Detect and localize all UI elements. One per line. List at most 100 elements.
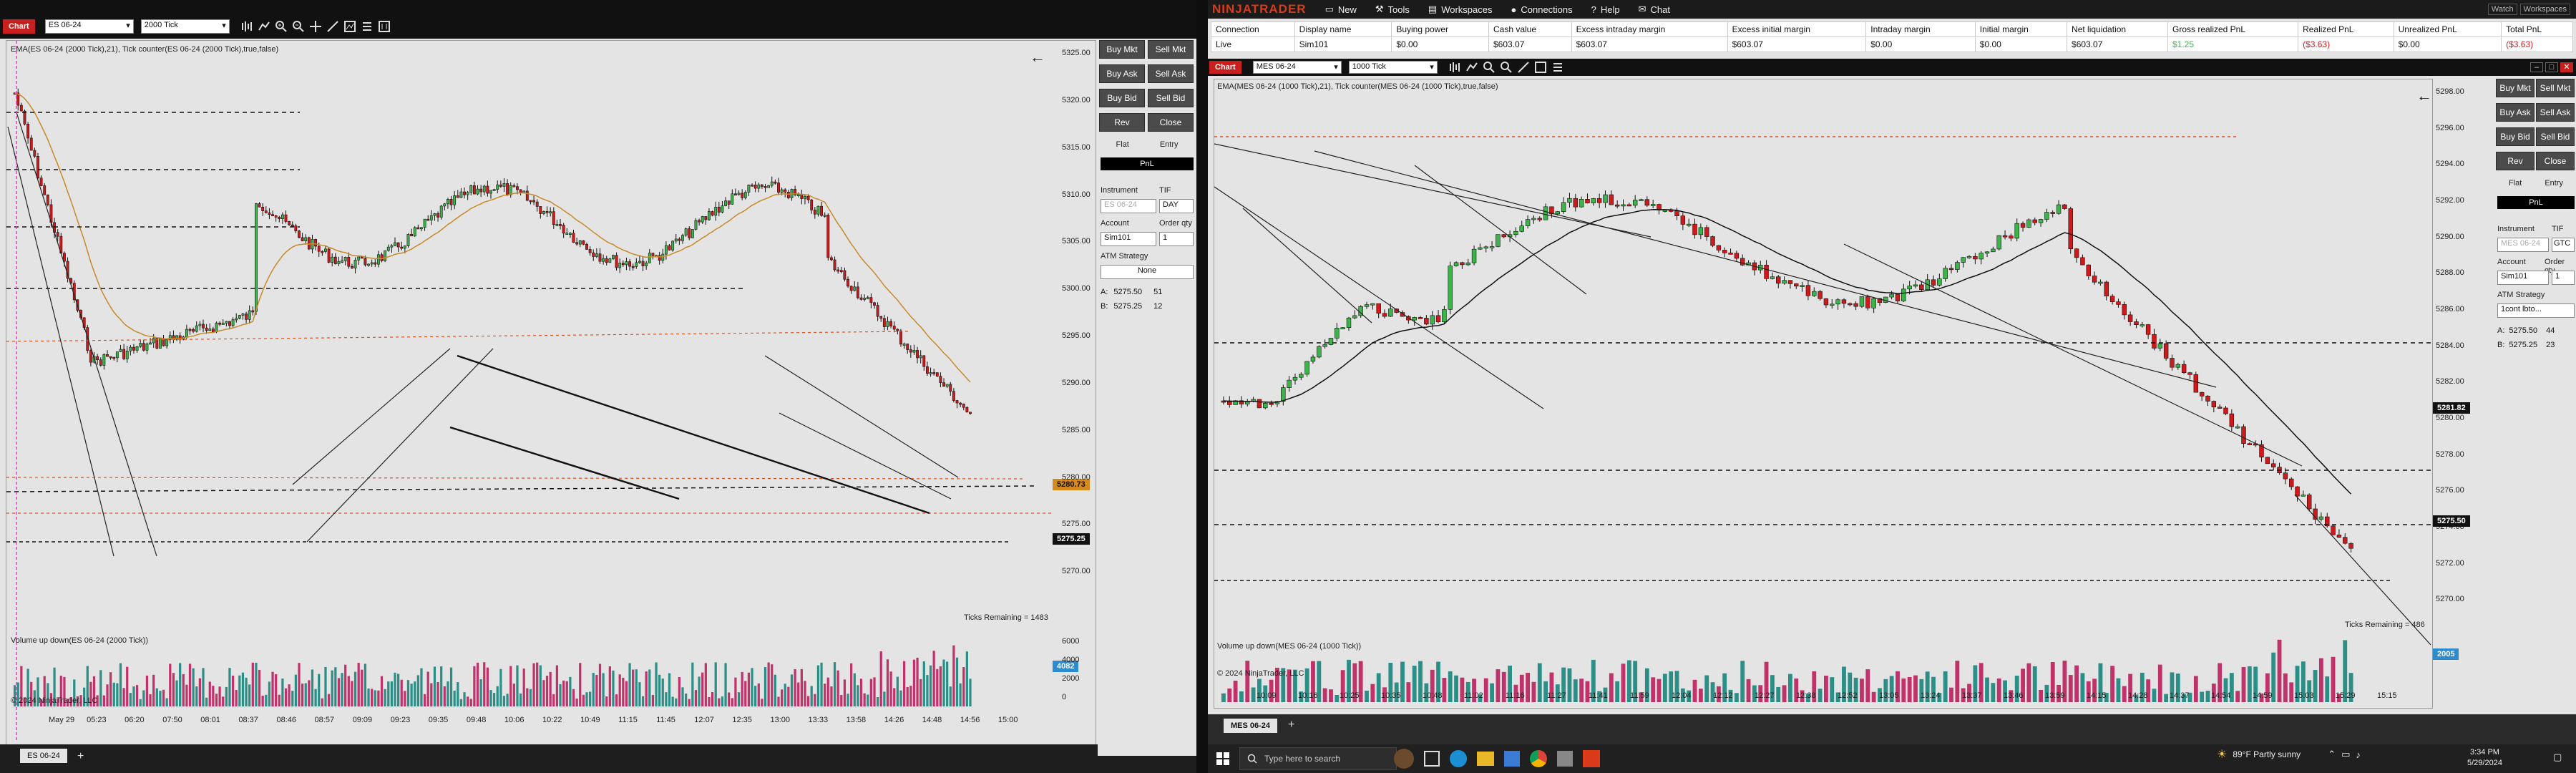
menu-item-connections[interactable]: ● Connections (1511, 4, 1573, 15)
left-bottom-tab[interactable]: ES 06-24 (20, 749, 67, 763)
grid-header-cell[interactable]: Total PnL (2501, 21, 2573, 37)
left-ct-instrument-select[interactable]: ES 06-24 (1101, 199, 1156, 213)
menu-item-workspaces[interactable]: ▤ Workspaces (1428, 4, 1493, 15)
right-ct-button-1-0[interactable]: Buy Ask (2496, 103, 2534, 122)
chart-trader-icon[interactable] (378, 20, 391, 33)
left-chart-tab[interactable]: Chart (3, 19, 35, 34)
workspaces-button[interactable]: Workspaces (2519, 4, 2570, 15)
grid-header-cell[interactable]: Excess intraday margin (1571, 21, 1728, 37)
left-price-chart[interactable]: EMA(ES 06-24 (2000 Tick),21), Tick count… (6, 40, 1096, 756)
notifications-icon[interactable]: ▢ (2553, 752, 2562, 763)
left-ct-button-1-1[interactable]: Sell Ask (1148, 64, 1194, 83)
grid-header-cell[interactable]: Connection (1211, 21, 1295, 37)
left-ct-button-0-1[interactable]: Sell Mkt (1148, 40, 1194, 59)
windows-start-icon[interactable] (1216, 752, 1229, 765)
grid-header-cell[interactable]: Initial margin (1974, 21, 2068, 37)
right-price-axis[interactable]: 5298.00 5296.00 5294.00 5292.00 5290.00 5288.… (2433, 79, 2493, 630)
accounts-grid[interactable]: Connection Display name Buying power Cash v… (1211, 21, 2573, 52)
indicators-icon[interactable] (1465, 61, 1478, 74)
watch-button[interactable]: Watch (2487, 4, 2517, 15)
right-ct-account-select[interactable]: Sim101 (2497, 271, 2549, 285)
left-ct-qty-input[interactable]: 1 (1159, 232, 1194, 246)
right-ct-atm-select[interactable]: 1cont lbto... (2497, 303, 2575, 318)
right-ct-button-3-1[interactable]: Close (2536, 152, 2575, 170)
left-time-axis[interactable]: May 29 05:23 06:20 07:50 08:01 08:37 08:46 08:5… (6, 716, 1050, 730)
bars-type-icon[interactable] (1448, 61, 1461, 74)
zoom-out-icon[interactable] (292, 20, 305, 33)
right-ct-tif-select[interactable]: GTC (2552, 238, 2575, 252)
menu-item-chat[interactable]: ✉ Chat (1639, 4, 1670, 15)
weather-icon[interactable]: ☀ (2217, 747, 2227, 762)
right-ct-button-0-0[interactable]: Buy Mkt (2496, 79, 2534, 97)
app-icon[interactable] (1557, 751, 1573, 767)
right-chart-tab[interactable]: Chart (1209, 61, 1241, 74)
grid-header-cell[interactable]: Net liquidation (2067, 21, 2168, 37)
close-icon[interactable]: ✕ (2560, 62, 2573, 72)
chrome-icon[interactable] (1530, 750, 1547, 767)
right-instrument-select[interactable]: MES 06-24 ▾ (1252, 61, 1342, 74)
right-time-axis[interactable]: 10:09 10:16 10:25 10:35 10:48 11:02 11:16 11:27… (1214, 691, 2433, 706)
bars-type-icon[interactable] (240, 20, 253, 33)
left-collapse-arrow-icon[interactable]: ← (1030, 48, 1045, 67)
right-ct-button-0-1[interactable]: Sell Mkt (2536, 79, 2575, 97)
right-add-tab-button[interactable]: + (1288, 719, 1294, 731)
zoom-in-icon[interactable] (1483, 61, 1496, 74)
network-icon[interactable]: ▭ (2341, 749, 2350, 760)
left-ct-button-2-0[interactable]: Buy Bid (1099, 89, 1145, 107)
chevron-up-icon[interactable]: ⌃ (2328, 749, 2336, 760)
crosshair-icon[interactable] (309, 20, 322, 33)
grid-header-cell[interactable]: Intraday margin (1865, 21, 1976, 37)
taskbar-clock[interactable]: 3:34 PM 5/29/2024 (2467, 747, 2502, 769)
left-ct-atm-select[interactable]: None (1101, 265, 1194, 279)
grid-header-cell[interactable]: Buying power (1391, 21, 1489, 37)
properties-icon[interactable] (361, 20, 374, 33)
right-bottom-tab[interactable]: MES 06-24 (1224, 719, 1278, 733)
drawing-tools-icon[interactable] (326, 20, 339, 33)
grid-header-cell[interactable]: Realized PnL (2298, 21, 2394, 37)
zoom-in-icon[interactable] (275, 20, 288, 33)
store-icon[interactable] (1504, 751, 1520, 767)
grid-header-cell[interactable]: Cash value (1488, 21, 1572, 37)
left-ct-account-select[interactable]: Sim101 (1101, 232, 1156, 246)
maximize-icon[interactable]: □ (2545, 62, 2558, 72)
indicators-icon[interactable] (258, 20, 270, 33)
menu-item-help[interactable]: ? Help (1591, 4, 1620, 15)
left-ct-tif-select[interactable]: DAY (1159, 199, 1194, 213)
left-price-axis[interactable]: 5325.00 5320.00 5315.00 5310.00 5305.00 5300.… (1059, 40, 1096, 613)
left-ct-button-2-1[interactable]: Sell Bid (1148, 89, 1194, 107)
minimize-icon[interactable]: – (2530, 62, 2543, 72)
menu-item-tools[interactable]: ⚒ Tools (1375, 4, 1410, 15)
volume-icon[interactable]: ♪ (2356, 749, 2361, 760)
zoom-out-icon[interactable] (1500, 61, 1513, 74)
left-period-select[interactable]: 2000 Tick ▾ (140, 19, 230, 34)
grid-header-cell[interactable]: Display name (1294, 21, 1392, 37)
left-instrument-select[interactable]: ES 06-24 ▾ (44, 19, 134, 34)
drawing-tools-icon[interactable] (1517, 61, 1530, 74)
grid-header-cell[interactable]: Gross realized PnL (2167, 21, 2299, 37)
right-price-chart[interactable]: EMA(MES 06-24 (1000 Tick),21), Tick coun… (1214, 79, 2434, 709)
taskbar-search-box[interactable]: Type here to search (1239, 747, 1397, 770)
left-ct-button-3-0[interactable]: Rev (1099, 113, 1145, 132)
right-collapse-arrow-icon[interactable]: ← (2416, 87, 2432, 105)
right-ct-button-1-1[interactable]: Sell Ask (2536, 103, 2575, 122)
snapshot-icon[interactable] (1534, 61, 1547, 74)
left-add-tab-button[interactable]: + (77, 750, 84, 763)
left-ct-button-0-0[interactable]: Buy Mkt (1099, 40, 1145, 59)
weather-text[interactable]: 89°F Partly sunny (2233, 749, 2301, 759)
edge-icon[interactable] (1450, 750, 1467, 767)
file-explorer-icon[interactable] (1477, 752, 1494, 766)
search-highlight-icon[interactable] (1394, 749, 1414, 769)
properties-icon[interactable] (1551, 61, 1564, 74)
right-ct-instrument-select[interactable]: MES 06-24 (2497, 238, 2549, 252)
ninjatrader-icon[interactable] (1583, 750, 1600, 767)
right-ct-button-2-1[interactable]: Sell Bid (2536, 127, 2575, 146)
accounts-grid-row[interactable]: Live Sim101 $0.00 $603.07 $603.07 $603.07 $0.0… (1211, 37, 2573, 52)
left-ct-button-1-0[interactable]: Buy Ask (1099, 64, 1145, 83)
task-view-icon[interactable] (1424, 751, 1440, 767)
right-ct-qty-input[interactable]: 1 (2552, 271, 2575, 285)
right-period-select[interactable]: 1000 Tick ▾ (1348, 61, 1438, 74)
menu-item-new[interactable]: ▭ New (1325, 4, 1357, 15)
right-ct-button-2-0[interactable]: Buy Bid (2496, 127, 2534, 146)
right-ct-button-3-0[interactable]: Rev (2496, 152, 2534, 170)
grid-header-cell[interactable]: Excess initial margin (1727, 21, 1867, 37)
